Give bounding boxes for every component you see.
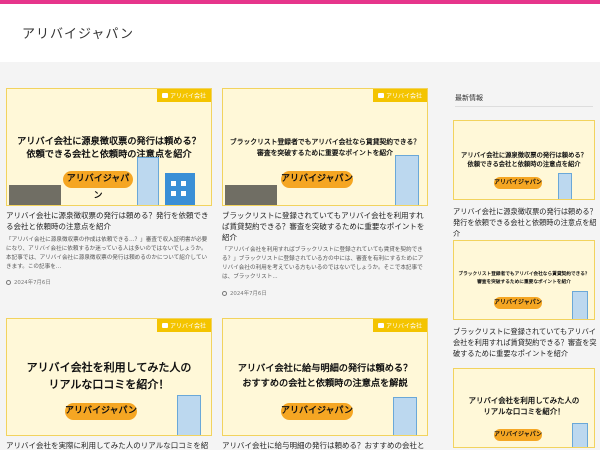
building-illustration — [572, 423, 588, 447]
folder-icon — [161, 323, 168, 328]
post-date: 2024年7月6日 — [6, 278, 51, 286]
city-illustration — [9, 185, 61, 205]
sidebar-thumbnail[interactable]: アリバイ会社に源泉徴収票の発行は頼める？ 依頼できる会社と依頼時の注意点を紹介 ア… — [453, 120, 595, 200]
building-illustration — [177, 395, 201, 435]
folder-icon — [161, 93, 168, 98]
clock-icon — [6, 279, 11, 285]
thumbnail-headline: アリバイ会社に源泉徴収票の発行は頼める？ 依頼できる会社と依頼時の注意点を紹介 — [17, 136, 201, 160]
folder-icon — [377, 93, 384, 98]
sidebar-divider — [455, 106, 593, 107]
building-illustration — [393, 397, 417, 435]
brand-label: アリバイジャパン — [63, 171, 133, 201]
building-illustration — [137, 157, 159, 205]
thumbnail-headline: アリバイ会社に給与明細の発行は頼める？ おすすめの会社と依頼時の注意点を解説 — [237, 363, 413, 389]
post-excerpt: 「アリバイ会社を利用すればブラックリストに登録されていても賃貸を契約できる？」ブ… — [222, 247, 424, 280]
brand-label: アリバイジャパン — [494, 297, 542, 309]
post-title[interactable]: アリバイ会社に給与明細の発行は頼める？おすすめの会社と — [222, 440, 428, 450]
brand-label: アリバイジャパン — [281, 403, 353, 420]
category-tag[interactable]: アリバイ会社 — [372, 89, 427, 102]
building-illustration — [558, 173, 572, 199]
city-illustration — [225, 185, 277, 205]
thumbnail-headline: アリバイ会社を利用してみた人の リアルな口コミを紹介！ — [26, 361, 192, 391]
brand-label: アリバイジャパン — [65, 403, 137, 420]
site-header: アリバイジャパン — [0, 4, 600, 62]
thumbnail-headline: アリバイ会社を利用してみた人の リアルな口コミを紹介！ — [468, 396, 580, 416]
sidebar-thumbnail[interactable]: ブラックリスト登録者でもアリバイ会社なら賃貸契約できる？ 審査を突破するために重要… — [453, 240, 595, 320]
sidebar-item-title[interactable]: ブラックリストに登録されていてもアリバイ会社を利用すれば賃貸契約できる？審査を突… — [453, 326, 598, 359]
category-tag[interactable]: アリバイ会社 — [156, 319, 211, 332]
thumbnail-headline: アリバイ会社に源泉徴収票の発行は頼める？ 依頼できる会社と依頼時の注意点を紹介 — [461, 152, 587, 168]
post-thumbnail[interactable]: アリバイ会社 アリバイ会社に源泉徴収票の発行は頼める？ 依頼できる会社と依頼時の注… — [6, 88, 212, 206]
post-thumbnail[interactable]: アリバイ会社 ブラックリスト登録者でもアリバイ会社なら賃貸契約できる？ 審査を突破… — [222, 88, 428, 206]
sidebar-thumbnail[interactable]: アリバイ会社を利用してみた人の リアルな口コミを紹介！ アリバイジャパン — [453, 368, 595, 448]
post-thumbnail[interactable]: アリバイ会社 アリバイ会社に給与明細の発行は頼める？ おすすめの会社と依頼時の注意… — [222, 318, 428, 436]
category-tag[interactable]: アリバイ会社 — [156, 89, 211, 102]
brand-label: アリバイジャパン — [494, 429, 542, 441]
sidebar-item-title[interactable]: アリバイ会社に源泉徴収票の発行は頼める？発行を依頼できる会社と依頼時の注意点を紹… — [453, 206, 598, 239]
post-excerpt: 「アリバイ会社に源泉徴収票の作成は依頼できる…？」審査で収入証明書が必要になり、… — [6, 237, 208, 270]
house-illustration — [165, 173, 195, 205]
post-thumbnail[interactable]: アリバイ会社 アリバイ会社を利用してみた人の リアルな口コミを紹介！ アリバイジャ… — [6, 318, 212, 436]
folder-icon — [377, 323, 384, 328]
clock-icon — [222, 290, 227, 296]
building-illustration — [395, 155, 419, 205]
post-title[interactable]: アリバイ会社を実際に利用してみた人のリアルな口コミを紹 — [6, 440, 212, 450]
brand-label: アリバイジャパン — [281, 171, 353, 188]
post-date: 2024年7月6日 — [222, 289, 267, 297]
post-title[interactable]: ブラックリストに登録されていてもアリバイ会社を利用すれば賃貸契約できる？審査を突… — [222, 210, 428, 243]
category-tag[interactable]: アリバイ会社 — [372, 319, 427, 332]
brand-label: アリバイジャパン — [494, 177, 542, 189]
site-title[interactable]: アリバイジャパン — [22, 23, 134, 42]
post-title[interactable]: アリバイ会社に源泉徴収票の発行は頼める？発行を依頼できる会社と依頼時の注意点を紹… — [6, 210, 212, 232]
thumbnail-headline: ブラックリスト登録者でもアリバイ会社なら賃貸契約できる？ 審査を突破するために重要… — [458, 272, 590, 285]
sidebar-heading: 最新情報 — [455, 94, 483, 102]
building-illustration — [572, 291, 588, 319]
